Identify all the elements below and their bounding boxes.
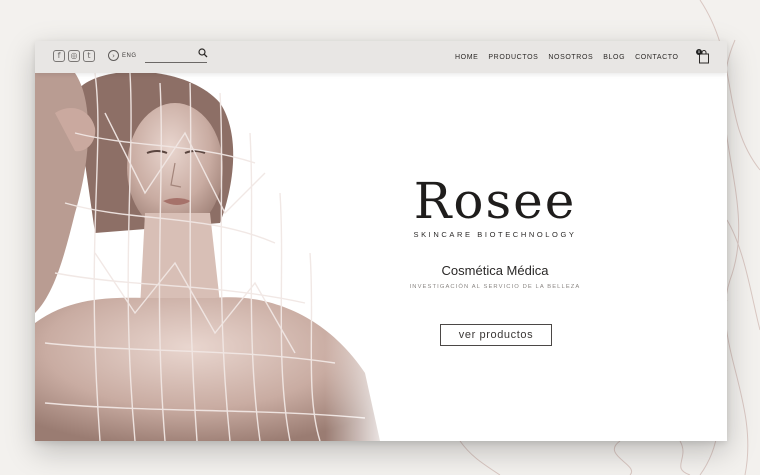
nav-home[interactable]: HOME (455, 54, 478, 61)
hero-subheadline: INVESTIGACIÓN AL SERVICIO DE LA BELLEZA (409, 284, 581, 290)
twitter-icon[interactable]: t (83, 50, 95, 62)
cart-button[interactable]: 0 (696, 49, 710, 64)
chevron-right-icon: › (108, 50, 119, 61)
language-label: ENG (122, 52, 137, 59)
brand-logo: Rosee (413, 172, 577, 230)
cart-count-badge: 0 (696, 49, 702, 55)
browser-window: f ◎ t › ENG HOME PRODUCTOS NOSOTROS BLOG… (35, 41, 727, 441)
main-nav: HOME PRODUCTOS NOSOTROS BLOG CONTACTO (455, 54, 679, 61)
top-navigation-bar: f ◎ t › ENG HOME PRODUCTOS NOSOTROS BLOG… (35, 41, 727, 73)
view-products-button[interactable]: ver productos (440, 324, 552, 346)
search-icon[interactable] (198, 48, 208, 58)
language-selector[interactable]: › ENG (108, 50, 137, 61)
brand-tagline: SKINCARE BIOTECHNOLOGY (413, 230, 577, 239)
hero-headline: Cosmética Médica (441, 263, 549, 278)
instagram-icon[interactable]: ◎ (68, 50, 80, 62)
nav-nosotros[interactable]: NOSOTROS (548, 54, 593, 61)
hero-model-image (35, 73, 395, 441)
nav-productos[interactable]: PRODUCTOS (488, 54, 538, 61)
nav-blog[interactable]: BLOG (603, 54, 625, 61)
facebook-icon[interactable]: f (53, 50, 65, 62)
search-box (145, 48, 208, 67)
nav-contacto[interactable]: CONTACTO (635, 54, 678, 61)
social-links: f ◎ t (53, 50, 95, 62)
search-input[interactable] (145, 57, 195, 67)
brand-block: Rosee SKINCARE BIOTECHNOLOGY (400, 176, 590, 239)
